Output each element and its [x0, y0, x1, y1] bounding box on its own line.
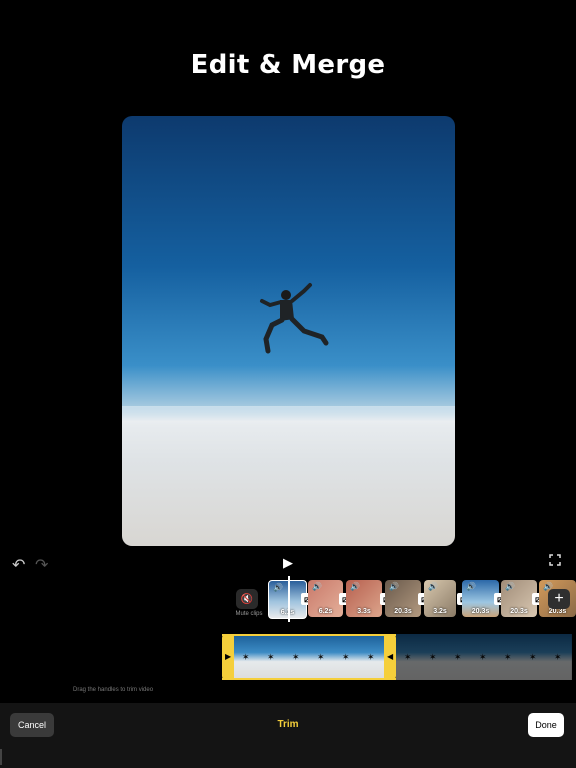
timeline-frame: ✶ [259, 634, 285, 680]
jumping-person-figure [260, 283, 329, 354]
volume-icon: 🔊 [505, 582, 515, 591]
clip-duration: 6.2s [318, 608, 333, 615]
timeline-frame: ✶ [234, 634, 260, 680]
clip-duration: 20.3s [548, 608, 567, 615]
timeline-frame: ✶ [359, 634, 385, 680]
trim-timeline[interactable]: ✶ ✶ ✶ ✶ ✶ ✶ ✶ ✶ ✶ ✶ ✶ ✶ ✶ [222, 634, 576, 680]
volume-icon: 🔊 [389, 582, 399, 591]
clip-thumbnail[interactable]: 🔊 3.2s [424, 580, 456, 617]
clip-duration: 20.3s [510, 608, 528, 615]
clip-strip[interactable]: 🔊 6.1s ⧄ 🔊 6.2s ⧄ 🔊 3.3s ⧄ 🔊 20.3s ⧄ 🔊 3… [268, 580, 576, 619]
clip-thumbnail[interactable]: 🔊 6.2s [308, 580, 343, 617]
done-button[interactable]: Done [528, 713, 564, 737]
clip-duration: 20.3s [471, 608, 490, 615]
redo-icon[interactable]: ↷ [35, 555, 48, 575]
clip-duration: 20.3s [394, 608, 412, 615]
mute-clips-label: Mute clips [235, 611, 263, 617]
trim-start-handle[interactable]: ▶ [222, 634, 234, 680]
horizon-haze [122, 406, 455, 426]
video-preview[interactable] [122, 116, 455, 546]
trim-end-handle[interactable]: ◀ [384, 634, 396, 680]
mute-clips-button[interactable]: 🔇 [236, 589, 258, 609]
plus-icon: + [554, 590, 564, 607]
edge-indicator [0, 749, 2, 765]
undo-icon[interactable]: ↶ [12, 555, 25, 575]
page-title: Edit & Merge [190, 50, 386, 80]
volume-icon: 🔊 [466, 582, 476, 591]
clip-duration: 3.3s [357, 608, 371, 615]
speaker-muted-icon: 🔇 [240, 593, 254, 605]
trim-hint: Drag the handles to trim video [73, 687, 154, 693]
mode-label: Trim [277, 719, 299, 730]
chevron-left-icon: ◀ [387, 652, 394, 661]
trimmed-out-region [396, 634, 576, 680]
timeline-frame: ✶ [284, 634, 310, 680]
fullscreen-icon[interactable] [549, 554, 561, 566]
clip-thumbnail[interactable]: 🔊 3.3s [346, 580, 382, 617]
timeline-frame: ✶ [334, 634, 360, 680]
timeline-frame: ✶ [309, 634, 335, 680]
trim-selection-bottom-border [222, 678, 396, 680]
volume-icon: 🔊 [428, 582, 438, 591]
volume-icon: 🔊 [312, 582, 322, 591]
playhead[interactable] [288, 576, 290, 622]
volume-icon: 🔊 [350, 582, 360, 591]
add-clip-button[interactable]: + [548, 589, 570, 609]
bottom-bar [0, 703, 576, 768]
clip-duration: 3.2s [433, 608, 447, 615]
clip-thumbnail[interactable]: 🔊 20.3s [385, 580, 421, 617]
volume-icon: 🔊 [273, 583, 283, 592]
chevron-right-icon: ▶ [225, 652, 232, 661]
play-icon[interactable]: ▶ [283, 555, 293, 571]
trim-selection-top-border [222, 634, 396, 636]
